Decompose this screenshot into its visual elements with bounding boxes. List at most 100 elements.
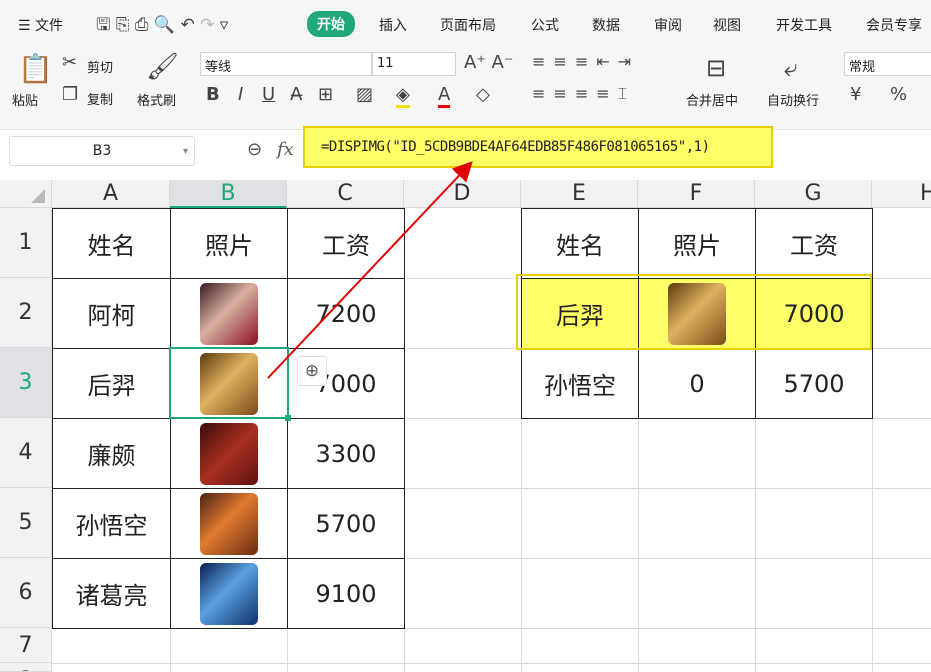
align-horizontal-icons[interactable]: ≡≡≡≡⌶ xyxy=(532,84,635,104)
align-vertical-icons[interactable]: ≡≡≡⇤⇥ xyxy=(532,52,639,71)
table1-header[interactable]: 姓名 xyxy=(52,208,171,279)
hero-photo[interactable] xyxy=(200,283,258,345)
fx-icon[interactable]: fx xyxy=(277,139,294,160)
border-icon[interactable]: ⊞ xyxy=(318,84,333,105)
table1-photo-cell[interactable] xyxy=(170,348,288,419)
grid-line xyxy=(52,663,931,664)
column-header-E[interactable]: E xyxy=(521,180,638,208)
name-box[interactable]: B3 ▾ xyxy=(9,136,195,166)
row-header-3[interactable]: 3 xyxy=(0,348,52,418)
tab-data[interactable]: 数据 xyxy=(592,15,620,35)
table1-salary-cell[interactable]: 9100 xyxy=(287,558,405,629)
quick-access-icons[interactable]: 🖫 ⎘ ⎙ 🔍 ↶ ↷ ▿ xyxy=(96,12,228,41)
table1-salary-cell[interactable]: 3300 xyxy=(287,418,405,489)
hero-photo[interactable] xyxy=(200,493,258,555)
row-header-7[interactable]: 7 xyxy=(0,628,52,663)
grow-font-icon[interactable]: A⁺ A⁻ xyxy=(464,52,513,73)
table2-name-cell[interactable]: 后羿 xyxy=(521,278,639,349)
formula-input[interactable]: =DISPIMG("ID_5CDB9BDE4AF64EDB85F486F0810… xyxy=(303,126,773,168)
column-header-A[interactable]: A xyxy=(52,180,170,208)
scissors-icon: ✂ xyxy=(62,52,77,73)
table2-salary-cell[interactable]: 5700 xyxy=(755,348,873,419)
menu-bar: ☰ 文件 🖫 ⎘ ⎙ 🔍 ↶ ↷ ▿ 开始 插入 页面布局 公式 数据 审阅 视… xyxy=(0,0,931,48)
file-menu-label: 文件 xyxy=(35,18,63,34)
cut-button[interactable]: 剪切 xyxy=(87,57,113,76)
cell-ref: B3 xyxy=(93,143,112,159)
hero-photo[interactable] xyxy=(668,283,726,345)
row-header-1[interactable]: 1 xyxy=(0,208,52,278)
column-header-C[interactable]: C xyxy=(287,180,404,208)
tab-developer[interactable]: 开发工具 xyxy=(776,15,832,35)
row-header-2[interactable]: 2 xyxy=(0,278,52,348)
table1-header[interactable]: 照片 xyxy=(170,208,288,279)
table1-salary-cell[interactable]: 5700 xyxy=(287,488,405,559)
file-menu[interactable]: ☰ 文件 xyxy=(18,15,63,35)
font-size-select[interactable]: 11 xyxy=(372,52,456,76)
row-header-5[interactable]: 5 xyxy=(0,488,52,558)
merge-center-button[interactable]: 合并居中 xyxy=(686,90,738,109)
column-header-F[interactable]: F xyxy=(638,180,755,208)
clear-icon[interactable]: ◇ xyxy=(476,84,490,105)
row-header-8[interactable]: 8 xyxy=(0,663,52,672)
column-header-D[interactable]: D xyxy=(404,180,521,208)
table2-header[interactable]: 工资 xyxy=(755,208,873,279)
tab-formulas[interactable]: 公式 xyxy=(531,15,559,35)
tab-insert[interactable]: 插入 xyxy=(379,15,407,35)
tab-view[interactable]: 视图 xyxy=(713,15,741,35)
percent-button[interactable]: % xyxy=(890,84,907,105)
tab-home[interactable]: 开始 xyxy=(307,11,355,37)
table2-photo-cell[interactable] xyxy=(638,278,756,349)
bold-icon[interactable]: B xyxy=(206,84,220,105)
table1-photo-cell[interactable] xyxy=(170,418,288,489)
brush-icon: 🖌 xyxy=(146,52,179,82)
copy-button[interactable]: 复制 xyxy=(87,89,113,108)
table1-photo-cell[interactable] xyxy=(170,558,288,629)
tab-page-layout[interactable]: 页面布局 xyxy=(440,15,496,35)
table1-name-cell[interactable]: 阿柯 xyxy=(52,278,171,349)
column-header-H[interactable]: H xyxy=(872,180,931,208)
hero-photo[interactable] xyxy=(200,563,258,625)
table1-photo-cell[interactable] xyxy=(170,488,288,559)
zoom-icon[interactable]: ⊖ xyxy=(247,139,262,160)
wrap-text-button[interactable]: 自动换行 xyxy=(767,90,819,109)
italic-icon[interactable]: I xyxy=(238,84,243,105)
table1-photo-cell[interactable] xyxy=(170,278,288,349)
row-header-4[interactable]: 4 xyxy=(0,418,52,488)
tab-review[interactable]: 审阅 xyxy=(654,15,682,35)
table2-photo-cell[interactable]: 0 xyxy=(638,348,756,419)
table2-salary-cell[interactable]: 7000 xyxy=(755,278,873,349)
fill-color-icon[interactable]: ◈ xyxy=(396,84,410,108)
cell-style-icon[interactable]: ▨ xyxy=(356,84,373,105)
hero-photo[interactable] xyxy=(200,423,258,485)
chevron-down-icon: ▾ xyxy=(183,146,188,157)
column-header-G[interactable]: G xyxy=(755,180,872,208)
select-all[interactable] xyxy=(0,180,52,208)
paste-icon[interactable]: 📋 xyxy=(18,52,53,85)
table1-name-cell[interactable]: 诸葛亮 xyxy=(52,558,171,629)
number-format-select[interactable]: 常规 xyxy=(844,52,931,76)
currency-button[interactable]: ¥ xyxy=(850,84,861,105)
table2-name-cell[interactable]: 孙悟空 xyxy=(521,348,639,419)
underline-icon[interactable]: U xyxy=(262,84,275,105)
table2-header[interactable]: 姓名 xyxy=(521,208,639,279)
table2-header[interactable]: 照片 xyxy=(638,208,756,279)
row-header-6[interactable]: 6 xyxy=(0,558,52,628)
table1-name-cell[interactable]: 后羿 xyxy=(52,348,171,419)
hero-photo[interactable] xyxy=(200,353,258,415)
table1-name-cell[interactable]: 孙悟空 xyxy=(52,488,171,559)
merge-icon: ⊟ xyxy=(706,54,726,82)
strikethrough-icon[interactable]: A̶ xyxy=(290,84,302,105)
copy-icon: ❐ xyxy=(62,84,78,105)
wrap-text-icon: ⤶ xyxy=(784,54,797,82)
font-color-icon[interactable]: A xyxy=(438,84,450,108)
tab-member[interactable]: 会员专享 xyxy=(866,15,922,35)
image-zoom-icon[interactable]: ⊕ xyxy=(297,356,327,386)
font-select[interactable]: 等线 xyxy=(200,52,372,76)
table1-header[interactable]: 工资 xyxy=(287,208,405,279)
format-painter-button[interactable]: 格式刷 xyxy=(137,90,176,109)
paste-button[interactable]: 粘贴 xyxy=(12,90,38,109)
table1-name-cell[interactable]: 廉颇 xyxy=(52,418,171,489)
table1-salary-cell[interactable]: 7200 xyxy=(287,278,405,349)
column-header-B[interactable]: B xyxy=(170,180,287,208)
ribbon: 📋 粘贴 ✂ 剪切 ❐ 复制 🖌 格式刷 等线 11 A⁺ A⁻ B I U A… xyxy=(0,48,931,130)
